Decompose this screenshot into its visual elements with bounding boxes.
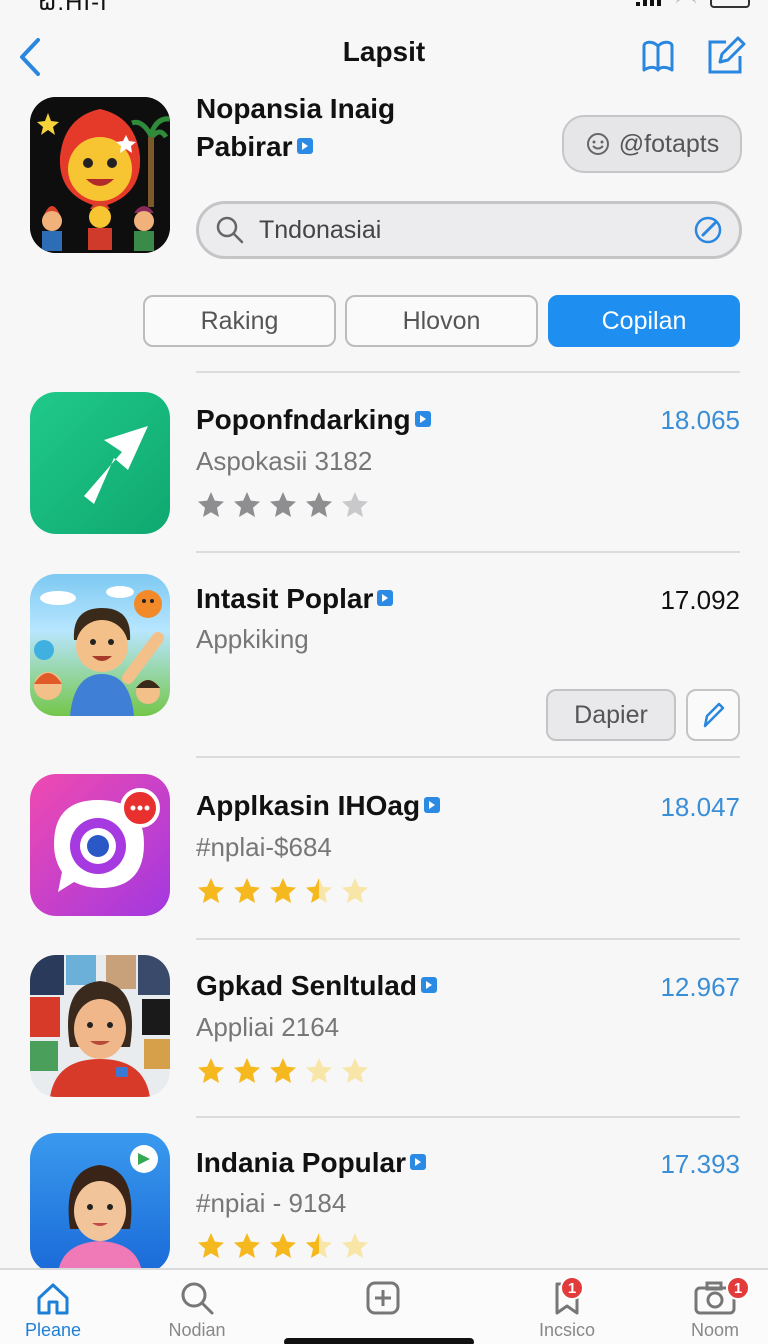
app-name-text: Poponfndarking	[196, 404, 411, 435]
compose-icon[interactable]	[706, 36, 746, 76]
app-name[interactable]: Gpkad Senltulad	[196, 970, 437, 1002]
app-icon-gpkad[interactable]	[30, 955, 170, 1097]
app-subtitle: Appliai 2164	[196, 1012, 340, 1042]
star-icon	[270, 492, 296, 517]
home-icon	[37, 1283, 69, 1315]
star-icon	[234, 878, 260, 903]
app-icon-applkasin[interactable]	[30, 774, 170, 916]
search-icon	[216, 216, 244, 244]
app-number: 17.393	[660, 1149, 740, 1179]
verified-icon	[377, 590, 394, 606]
profile-name: Nopansia Inaig Pabirar	[196, 90, 496, 166]
app-name[interactable]: Applkasin IHOag	[196, 790, 441, 822]
profile-name-text: Nopansia Inaig Pabirar	[196, 93, 396, 162]
compass-icon[interactable]	[693, 215, 723, 245]
tab-add[interactable]	[328, 1280, 438, 1344]
star-icon	[306, 878, 332, 903]
smiley-icon	[586, 133, 609, 155]
app-subtitle: Aspokasii 3182	[196, 446, 373, 476]
app-icon-indania[interactable]	[30, 1133, 170, 1273]
app-number: 18.065	[660, 405, 740, 435]
status-time: ຝ.HI-I	[38, 0, 108, 16]
tab-label: Noom	[690, 1320, 739, 1340]
star-icon	[198, 1233, 224, 1258]
app-name-text: Gpkad Senltulad	[196, 970, 417, 1001]
rating-stars	[196, 1056, 370, 1086]
rating-stars	[196, 1231, 370, 1261]
tab-raking[interactable]: Raking	[143, 295, 336, 347]
verified-icon	[420, 977, 437, 993]
star-icon	[234, 1058, 260, 1083]
divider	[196, 371, 740, 373]
verified-icon	[414, 411, 431, 427]
divider	[196, 551, 740, 553]
dapier-button[interactable]: Dapier	[546, 689, 676, 741]
app-icon-intasit-poplar[interactable]	[30, 574, 170, 716]
divider	[196, 938, 740, 940]
star-icon	[342, 878, 368, 903]
app-subtitle: #npiai - 9184	[196, 1188, 347, 1218]
star-icon	[342, 492, 368, 517]
star-icon	[342, 1058, 368, 1083]
wifi-icon	[676, 0, 696, 5]
add-icon	[366, 1281, 400, 1315]
star-icon	[306, 1233, 332, 1258]
search-bar[interactable]: Tndonasiai	[196, 201, 742, 259]
profile-avatar[interactable]	[30, 97, 170, 253]
app-number: 12.967	[660, 972, 740, 1002]
app-number: 18.047	[660, 792, 740, 822]
verified-icon	[296, 138, 313, 154]
app-subtitle: Appkiking	[196, 624, 309, 654]
star-icon	[234, 492, 260, 517]
star-icon	[306, 492, 332, 517]
divider	[196, 1116, 740, 1118]
app-name[interactable]: Intasit Poplar	[196, 583, 394, 615]
book-icon[interactable]	[638, 36, 678, 76]
search-input[interactable]: Tndonasiai	[259, 216, 679, 245]
tab-home[interactable]: Pleane	[0, 1280, 108, 1344]
star-icon	[234, 1233, 260, 1258]
star-icon	[198, 492, 224, 517]
tab-hlovon[interactable]: Hlovon	[345, 295, 538, 347]
star-icon	[198, 1058, 224, 1083]
pen-icon	[703, 702, 725, 728]
app-name-text: Applkasin IHOag	[196, 790, 421, 821]
star-icon	[198, 878, 224, 903]
handle-label: @fotapts	[618, 129, 720, 158]
notification-badge: 1	[560, 1276, 584, 1300]
battery-icon	[710, 0, 750, 8]
verified-icon	[424, 797, 441, 813]
app-name-text: Indania Popular	[196, 1147, 407, 1178]
star-icon	[270, 878, 296, 903]
search-icon	[181, 1282, 214, 1315]
rating-stars	[196, 876, 370, 906]
app-name-text: Intasit Poplar	[196, 583, 374, 614]
app-name[interactable]: Indania Popular	[196, 1147, 427, 1179]
home-indicator	[284, 1338, 474, 1344]
edit-button[interactable]	[686, 689, 740, 741]
app-icon-poponfndarking[interactable]	[30, 392, 170, 534]
handle-button[interactable]: @fotapts	[562, 115, 742, 173]
star-icon	[270, 1058, 296, 1083]
rating-stars	[196, 490, 370, 520]
star-icon	[306, 1058, 332, 1083]
app-number: 17.092	[660, 585, 740, 615]
star-icon	[270, 1233, 296, 1258]
divider	[196, 756, 740, 758]
notification-badge: 1	[726, 1276, 750, 1300]
tab-bookmarks[interactable]: 1 Incsico	[512, 1276, 622, 1344]
app-name[interactable]: Poponfndarking	[196, 404, 431, 436]
signal-icon	[636, 0, 662, 6]
tab-copilan[interactable]: Copilan	[548, 295, 740, 347]
star-icon	[342, 1233, 368, 1258]
app-subtitle: #nplai-$684	[196, 832, 332, 862]
status-icons	[636, 0, 750, 8]
tab-search[interactable]: Nodian	[142, 1280, 252, 1344]
tab-camera[interactable]: 1 Noom	[660, 1276, 768, 1344]
tab-label: Nodian	[168, 1320, 226, 1340]
tab-label: Incsico	[538, 1320, 596, 1340]
verified-icon	[410, 1154, 427, 1170]
tab-label: Pleane	[24, 1320, 82, 1340]
